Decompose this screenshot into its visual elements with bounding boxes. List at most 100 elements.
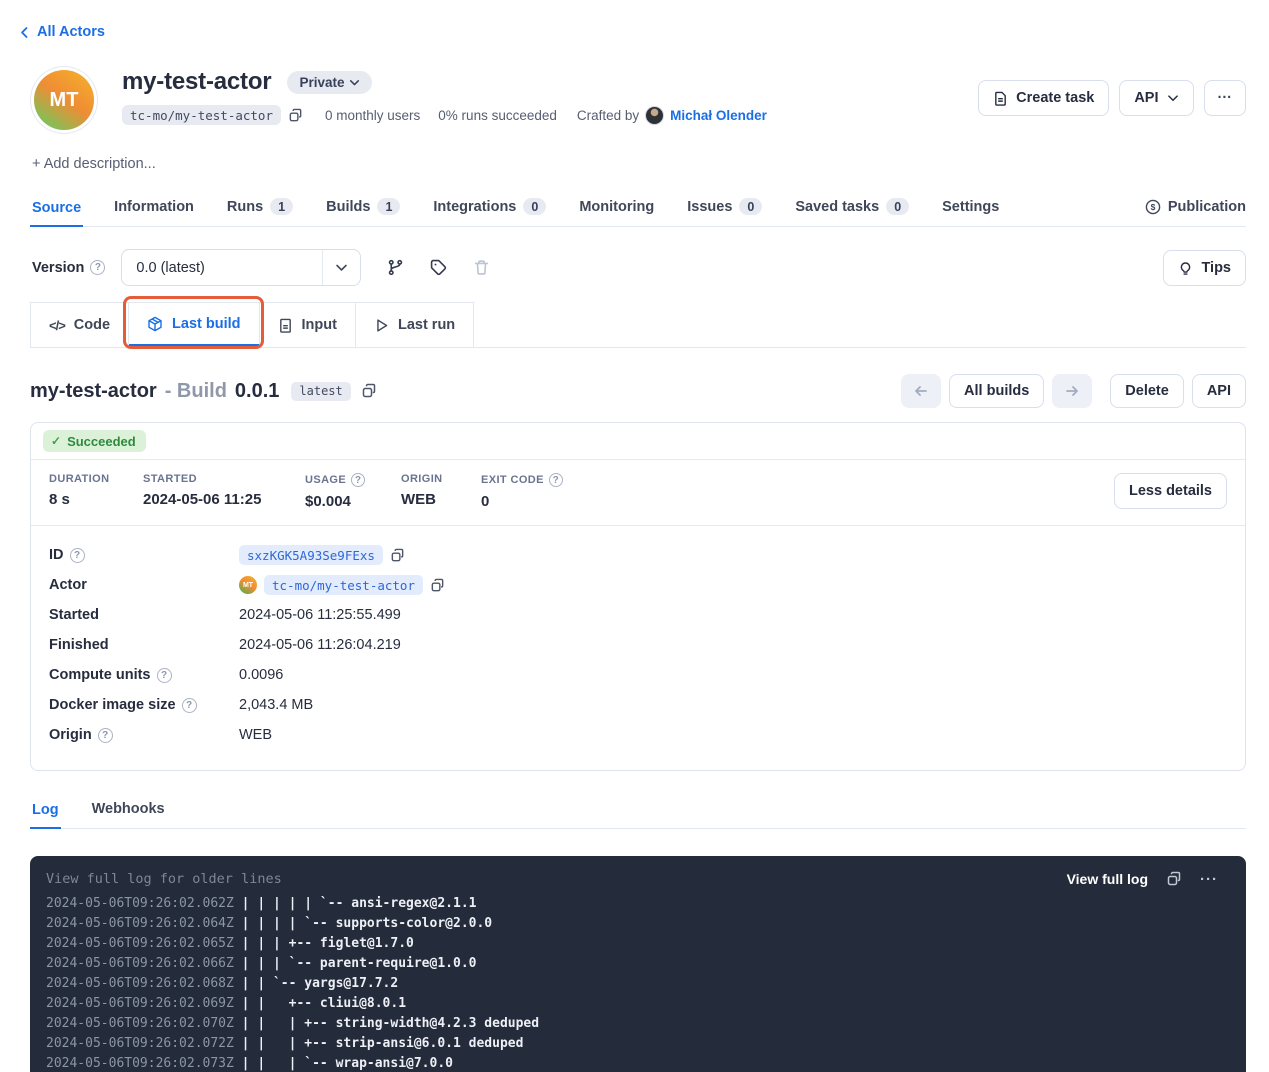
issues-count-badge: 0	[739, 198, 762, 215]
breadcrumb-label: All Actors	[37, 24, 105, 40]
log-line: 2024-05-06T09:26:02.073Z | | | `-- wrap-…	[46, 1054, 1230, 1072]
svg-text:$: $	[1150, 202, 1155, 212]
log-more-button[interactable]	[1200, 871, 1218, 888]
help-icon[interactable]	[351, 473, 365, 487]
help-icon[interactable]	[90, 260, 105, 275]
build-id-badge: sxzKGK5A93Se9FExs	[239, 545, 383, 565]
create-task-button[interactable]: Create task	[978, 80, 1109, 116]
build-api-button[interactable]: API	[1192, 374, 1246, 408]
chevron-down-icon	[322, 250, 360, 285]
tab-log[interactable]: Log	[30, 793, 61, 829]
help-icon[interactable]	[70, 548, 85, 563]
tab-integrations[interactable]: Integrations0	[431, 190, 548, 226]
main-tabs: Source Information Runs1 Builds1 Integra…	[30, 190, 1246, 227]
previous-build-button	[901, 374, 941, 408]
chevron-left-icon	[18, 26, 31, 39]
delete-build-button[interactable]: Delete	[1110, 374, 1184, 408]
build-separator: - Build	[165, 380, 227, 403]
subtab-input[interactable]: Input	[260, 303, 356, 347]
subtab-code[interactable]: Code	[31, 303, 129, 347]
copy-icon[interactable]	[390, 548, 405, 563]
copy-icon[interactable]	[1166, 871, 1182, 887]
more-actions-button[interactable]	[1204, 80, 1247, 116]
add-description-link[interactable]: + Add description...	[0, 130, 1269, 172]
tab-builds[interactable]: Builds1	[324, 190, 402, 226]
copy-icon[interactable]	[430, 578, 445, 593]
all-builds-button[interactable]: All builds	[949, 374, 1044, 408]
tab-settings[interactable]: Settings	[940, 191, 1001, 226]
older-lines-notice[interactable]: View full log for older lines	[46, 871, 282, 887]
check-icon: ✓	[51, 434, 61, 448]
author-link[interactable]: Michał Olender	[670, 108, 767, 123]
help-icon[interactable]	[182, 698, 197, 713]
integrations-count-badge: 0	[523, 198, 546, 215]
log-line: 2024-05-06T09:26:02.065Z | | | +-- figle…	[46, 934, 1230, 954]
help-icon[interactable]	[157, 668, 172, 683]
publication-label: Publication	[1168, 199, 1246, 215]
package-icon	[147, 316, 163, 332]
view-full-log-button[interactable]: View full log	[1067, 871, 1148, 887]
tips-button[interactable]: Tips	[1163, 250, 1246, 286]
monthly-users-stat: 0 monthly users	[325, 108, 420, 123]
subtab-last-build[interactable]: Last build	[129, 303, 259, 347]
git-branch-icon[interactable]	[387, 259, 404, 276]
status-badge: ✓ Succeeded	[43, 430, 146, 452]
actor-id-badge: tc-mo/my-test-actor	[122, 105, 281, 125]
detail-row-origin: Origin WEB	[49, 720, 1227, 750]
actor-header: MT my-test-actor Private tc-mo/my-test-a…	[0, 40, 1269, 130]
stat-duration: DURATION 8 s	[49, 473, 143, 508]
less-details-button[interactable]: Less details	[1114, 473, 1227, 509]
log-line: 2024-05-06T09:26:02.068Z | | `-- yargs@1…	[46, 974, 1230, 994]
log-lines: 2024-05-06T09:26:02.062Z | | | | | `-- a…	[46, 894, 1230, 1072]
code-icon	[49, 318, 65, 333]
document-icon	[993, 91, 1008, 106]
builds-count-badge: 1	[377, 198, 400, 215]
copy-icon[interactable]	[288, 108, 303, 123]
detail-row-id: ID sxzKGK5A93Se9FExs	[49, 540, 1227, 570]
tab-saved-tasks[interactable]: Saved tasks0	[793, 190, 911, 226]
tips-label: Tips	[1201, 260, 1231, 276]
saved-tasks-count-badge: 0	[886, 198, 909, 215]
help-icon[interactable]	[549, 473, 563, 487]
tab-source[interactable]: Source	[30, 192, 83, 227]
log-line: 2024-05-06T09:26:02.070Z | | | +-- strin…	[46, 1014, 1230, 1034]
version-label: Version	[32, 260, 84, 276]
breadcrumb[interactable]: All Actors	[0, 0, 1269, 40]
play-icon	[374, 318, 389, 333]
build-version: 0.0.1	[235, 380, 279, 403]
build-title: my-test-actor - Build 0.0.1 latest	[30, 380, 377, 403]
detail-row-docker-image-size: Docker image size 2,043.4 MB	[49, 690, 1227, 720]
latest-tag-badge: latest	[291, 382, 350, 401]
version-bar: Version 0.0 (latest) Tips	[32, 249, 1246, 286]
crafted-by-label: Crafted by	[577, 108, 639, 123]
api-label: API	[1134, 90, 1158, 106]
tab-runs[interactable]: Runs1	[225, 190, 295, 226]
build-log-panel: View full log for older lines View full …	[30, 856, 1246, 1072]
visibility-dropdown[interactable]: Private	[287, 71, 372, 94]
lightbulb-icon	[1178, 260, 1193, 275]
create-task-label: Create task	[1016, 90, 1094, 106]
copy-icon[interactable]	[361, 383, 377, 399]
help-icon[interactable]	[98, 728, 113, 743]
publication-link[interactable]: $ Publication	[1145, 199, 1246, 226]
next-build-button	[1052, 374, 1092, 408]
tab-issues[interactable]: Issues0	[685, 190, 764, 226]
tab-information[interactable]: Information	[112, 191, 196, 226]
log-line: 2024-05-06T09:26:02.072Z | | | +-- strip…	[46, 1034, 1230, 1054]
api-dropdown-button[interactable]: API	[1119, 80, 1193, 116]
stat-usage: USAGE $0.004	[305, 473, 401, 510]
tag-icon[interactable]	[430, 259, 447, 276]
actor-link-badge[interactable]: tc-mo/my-test-actor	[264, 575, 423, 595]
chevron-down-icon	[349, 77, 360, 88]
dollar-circle-icon: $	[1145, 199, 1161, 215]
log-line: 2024-05-06T09:26:02.069Z | | +-- cliui@8…	[46, 994, 1230, 1014]
stat-origin: ORIGIN WEB	[401, 473, 481, 508]
version-select[interactable]: 0.0 (latest)	[121, 249, 361, 286]
chevron-down-icon	[1167, 92, 1179, 104]
log-line: 2024-05-06T09:26:02.064Z | | | | `-- sup…	[46, 914, 1230, 934]
stat-started: STARTED 2024-05-06 11:25	[143, 473, 305, 508]
tab-monitoring[interactable]: Monitoring	[577, 191, 656, 226]
tab-webhooks[interactable]: Webhooks	[90, 793, 167, 828]
log-line: 2024-05-06T09:26:02.062Z | | | | | `-- a…	[46, 894, 1230, 914]
subtab-last-run[interactable]: Last run	[356, 303, 474, 347]
